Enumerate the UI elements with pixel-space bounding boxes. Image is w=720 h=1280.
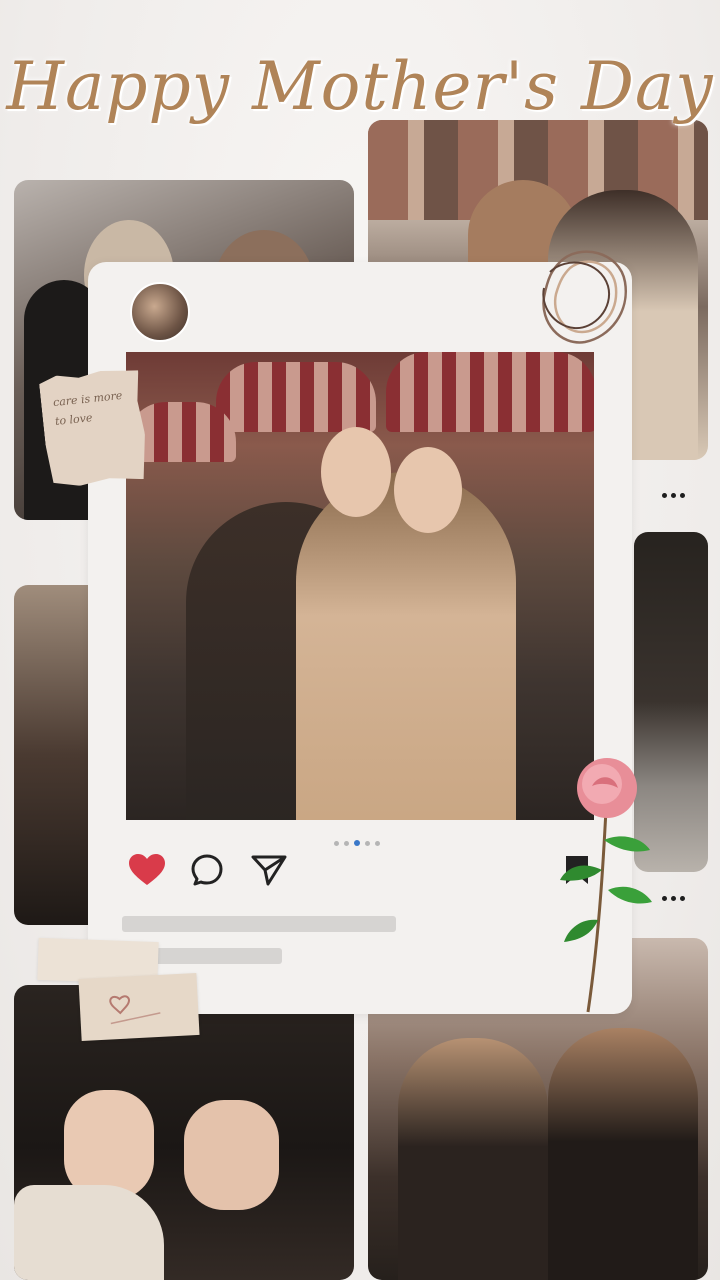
avatar[interactable] (130, 282, 190, 342)
photo-sleeve (14, 1185, 164, 1280)
heart-stamp-icon (109, 995, 161, 1025)
like-button[interactable] (128, 852, 166, 888)
stamp-sticker (78, 972, 200, 1042)
carousel-indicator (334, 840, 380, 846)
carousel-dot-active (354, 840, 360, 846)
more-icon[interactable] (662, 896, 685, 901)
photo-figure (398, 1038, 548, 1280)
carousel-dot (334, 840, 339, 846)
caption-placeholder-bar (122, 916, 396, 932)
photo-hand (64, 1090, 154, 1200)
post-card (88, 262, 632, 1014)
more-icon[interactable] (662, 493, 685, 498)
carousel-dot (365, 840, 370, 846)
post-photo[interactable] (126, 352, 594, 820)
photo-awning (216, 362, 376, 432)
send-icon (251, 855, 287, 886)
scribble-rings-decoration (542, 250, 628, 344)
photo-face (394, 447, 462, 533)
photo-face (321, 427, 391, 517)
rose-decoration (560, 758, 652, 1013)
photo-figure (296, 472, 516, 820)
comment-icon (191, 854, 223, 886)
photo-awning (386, 352, 594, 432)
photo-hand (184, 1100, 279, 1210)
carousel-dot (375, 840, 380, 846)
comment-button[interactable] (188, 852, 226, 888)
photo-figure (548, 1028, 698, 1280)
paper-note-sticker: care is more to love (38, 367, 149, 489)
carousel-dot (344, 840, 349, 846)
page-title: Happy Mother's Day (6, 48, 714, 125)
share-button[interactable] (250, 852, 288, 888)
heart-icon (129, 854, 165, 885)
